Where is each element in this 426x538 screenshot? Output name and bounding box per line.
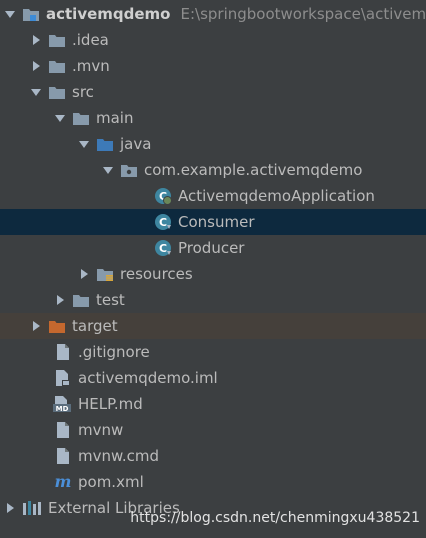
tree-row-main[interactable]: main (0, 105, 426, 131)
folder-label: .idea (72, 31, 109, 49)
tree-row-pom[interactable]: m pom.xml (0, 469, 426, 495)
tree-row-test[interactable]: test (0, 287, 426, 313)
project-path: E:\springbootworkspace\activemqdemo (180, 5, 426, 23)
class-icon: C (154, 239, 172, 257)
file-label: mvnw (78, 421, 124, 439)
resources-folder-icon (96, 265, 114, 283)
package-label: com.example.activemqdemo (144, 161, 363, 179)
tree-row-application-class[interactable]: C ActivemqdemoApplication (0, 183, 426, 209)
package-icon (120, 161, 138, 179)
chevron-right-icon[interactable] (30, 320, 42, 332)
folder-icon (72, 291, 90, 309)
text-file-icon (54, 447, 72, 465)
tree-row-mvn[interactable]: .mvn (0, 53, 426, 79)
text-file-icon (54, 343, 72, 361)
tree-row-resources[interactable]: resources (0, 261, 426, 287)
chevron-right-icon[interactable] (78, 268, 90, 280)
folder-icon (48, 83, 66, 101)
project-folder-icon (22, 5, 40, 23)
folder-label: .mvn (72, 57, 110, 75)
module-file-icon (54, 369, 72, 387)
library-icon (22, 499, 42, 517)
folder-label: target (72, 317, 118, 335)
chevron-down-icon[interactable] (54, 112, 66, 124)
md-badge: MD (56, 405, 69, 413)
tree-row-consumer-class[interactable]: C Consumer (0, 209, 426, 235)
tree-row-mvnw[interactable]: mvnw (0, 417, 426, 443)
folder-label: main (96, 109, 134, 127)
tree-row-producer-class[interactable]: C Producer (0, 235, 426, 261)
text-file-icon (54, 421, 72, 439)
chevron-right-icon[interactable] (30, 60, 42, 72)
tree-row-gitignore[interactable]: .gitignore (0, 339, 426, 365)
tree-row-iml[interactable]: activemqdemo.iml (0, 365, 426, 391)
spring-boot-class-icon: C (154, 187, 172, 205)
tree-row-package[interactable]: com.example.activemqdemo (0, 157, 426, 183)
excluded-folder-icon (48, 317, 66, 335)
tree-row-target[interactable]: target (0, 313, 426, 339)
tree-row-project[interactable]: activemqdemo E:\springbootworkspace\acti… (0, 1, 426, 27)
chevron-down-icon[interactable] (78, 138, 90, 150)
class-badge-letter: C (159, 242, 167, 255)
markdown-file-icon: MD (52, 395, 72, 413)
folder-label: test (96, 291, 125, 309)
file-label: mvnw.cmd (78, 447, 160, 465)
tree-row-idea[interactable]: .idea (0, 27, 426, 53)
file-label: activemqdemo.iml (78, 369, 218, 387)
chevron-right-icon[interactable] (54, 294, 66, 306)
tree-row-mvnw-cmd[interactable]: mvnw.cmd (0, 443, 426, 469)
tree-row-src[interactable]: src (0, 79, 426, 105)
maven-badge: m (55, 473, 72, 491)
file-label: HELP.md (78, 395, 143, 413)
chevron-right-icon[interactable] (4, 502, 16, 514)
watermark: https://blog.csdn.net/chenmingxu438521 (130, 510, 420, 526)
class-label: Consumer (178, 213, 255, 231)
class-badge-letter: C (159, 216, 167, 229)
chevron-down-icon[interactable] (102, 164, 114, 176)
class-label: Producer (178, 239, 245, 257)
tree-row-java[interactable]: java (0, 131, 426, 157)
chevron-down-icon[interactable] (4, 8, 16, 20)
folder-icon (48, 31, 66, 49)
file-label: pom.xml (78, 473, 144, 491)
folder-label: src (72, 83, 94, 101)
project-tree: activemqdemo E:\springbootworkspace\acti… (0, 0, 426, 538)
folder-label: resources (120, 265, 193, 283)
folder-icon (72, 109, 90, 127)
source-folder-icon (96, 135, 114, 153)
folder-icon (48, 57, 66, 75)
file-label: .gitignore (78, 343, 150, 361)
project-name: activemqdemo (46, 5, 171, 23)
folder-label: java (120, 135, 152, 153)
maven-icon: m (54, 473, 72, 491)
tree-row-help-md[interactable]: MD HELP.md (0, 391, 426, 417)
class-label: ActivemqdemoApplication (178, 187, 375, 205)
chevron-right-icon[interactable] (30, 34, 42, 46)
class-icon: C (154, 213, 172, 231)
chevron-down-icon[interactable] (30, 86, 42, 98)
